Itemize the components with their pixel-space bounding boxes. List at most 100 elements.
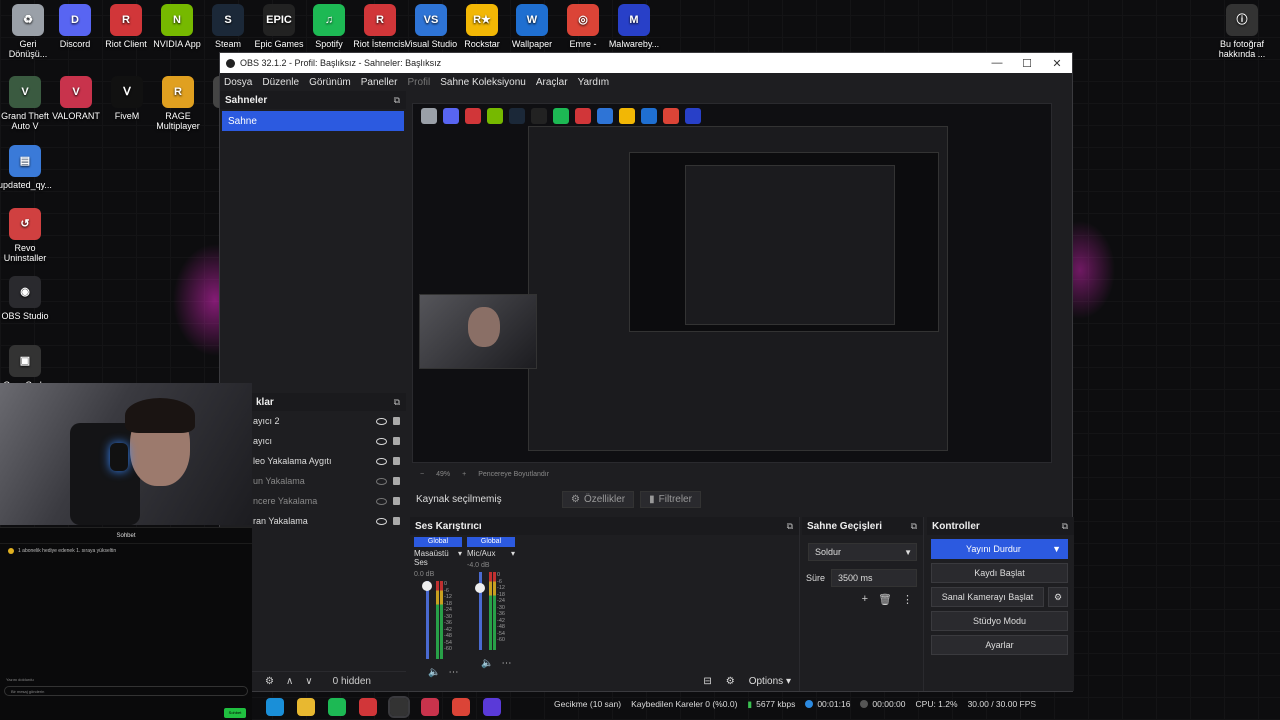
menu-edit[interactable]: Düzenle	[262, 77, 299, 88]
desktop-icon[interactable]: R Riot İstemcisi	[352, 4, 408, 49]
desktop-icon[interactable]: VS Visual Studio	[403, 4, 459, 49]
settings-button[interactable]: Ayarlar	[931, 635, 1068, 655]
desktop-icon[interactable]: ↺ Revo Uninstaller	[0, 208, 53, 263]
menu-docks[interactable]: Paneller	[361, 77, 398, 88]
desktop-icon[interactable]: EPIC Epic Games	[251, 4, 307, 49]
close-button[interactable]: ✕	[1042, 57, 1072, 70]
mixer-layout-button[interactable]: ⊟	[703, 676, 711, 687]
desktop-icon[interactable]: M Malwareby...	[606, 4, 662, 49]
filters-button[interactable]: ▮ Filtreler	[640, 490, 701, 508]
start-recording-button[interactable]: Kaydı Başlat	[931, 563, 1068, 583]
desktop-icon[interactable]: N NVIDIA App	[149, 4, 205, 49]
studio-mode-button[interactable]: Stüdyo Modu	[931, 611, 1068, 631]
spotify-icon[interactable]	[328, 698, 346, 716]
lock-icon[interactable]	[393, 477, 400, 485]
source-item[interactable]: ran Yakalama	[251, 511, 406, 531]
source-settings-button[interactable]: ⚙	[265, 676, 274, 687]
visibility-eye-icon[interactable]	[376, 477, 387, 485]
visibility-eye-icon[interactable]	[376, 437, 387, 445]
desktop-icon[interactable]: ᐯ FiveM	[99, 76, 155, 121]
zoom-out-button[interactable]: −	[420, 471, 424, 478]
riot-icon[interactable]	[359, 698, 377, 716]
lock-icon[interactable]	[393, 517, 400, 525]
speaker-icon[interactable]: 🔈	[481, 658, 493, 669]
chrome-icon[interactable]	[452, 698, 470, 716]
source-item[interactable]: un Yakalama	[251, 471, 406, 491]
lock-icon[interactable]	[393, 497, 400, 505]
scene-item[interactable]: Sahne	[222, 111, 404, 131]
menu-file[interactable]: Dosya	[224, 77, 252, 88]
channel-menu-icon[interactable]: ⋯	[501, 658, 511, 669]
desktop-icon[interactable]: ▤ updated_qy...	[0, 145, 53, 190]
transition-menu-button[interactable]: ⋮	[902, 593, 913, 606]
mixer-options-button[interactable]: Options ▾	[749, 676, 791, 687]
menu-scene-collection[interactable]: Sahne Koleksiyonu	[440, 77, 526, 88]
visibility-eye-icon[interactable]	[376, 517, 387, 525]
preview-canvas[interactable]	[412, 103, 1052, 463]
desktop-icon[interactable]: R★ Rockstar	[454, 4, 510, 49]
transitions-toolbar: + 🗑 ⋮	[802, 593, 913, 606]
desktop-icon[interactable]: W Wallpaper	[504, 4, 560, 49]
menu-help[interactable]: Yardım	[578, 77, 610, 88]
dock-float-icon[interactable]: ⧉	[394, 95, 400, 106]
channel-name-row[interactable]: Mic/Aux ▾	[467, 549, 515, 558]
minimize-button[interactable]: —	[982, 57, 1012, 70]
desktop-icon[interactable]: ◉ OBS Studio	[0, 276, 53, 321]
duration-input[interactable]: 3500 ms	[831, 569, 917, 587]
desktop-icon[interactable]: ◎ Emre -	[555, 4, 611, 49]
desktop-icon[interactable]: S Steam	[200, 4, 256, 49]
desktop-icon[interactable]: ♫ Spotify	[301, 4, 357, 49]
dock-float-icon[interactable]: ⧉	[1062, 521, 1068, 532]
source-item[interactable]: leo Yakalama Aygıtı	[251, 451, 406, 471]
source-item[interactable]: ayıcı 2	[251, 411, 406, 431]
move-source-up-button[interactable]: ∧	[286, 676, 293, 687]
desktop-icon[interactable]: V Grand Theft Auto V	[0, 76, 53, 131]
desktop-icon[interactable]: D Discord	[47, 4, 103, 49]
properties-button[interactable]: ⚙ Özellikler	[562, 490, 635, 508]
mixer-advanced-button[interactable]: ⚙	[726, 676, 735, 687]
obs-icon[interactable]	[388, 696, 410, 718]
chat-input[interactable]: Bir mesaj gönderin	[4, 686, 248, 696]
lock-icon[interactable]	[393, 417, 400, 425]
dock-float-icon[interactable]: ⧉	[911, 521, 917, 532]
visibility-eye-icon[interactable]	[376, 497, 387, 505]
chevron-down-icon[interactable]: ▾	[511, 549, 515, 558]
fit-to-window-button[interactable]: Pencereye Boyutlandır	[478, 471, 549, 478]
lock-icon[interactable]	[393, 437, 400, 445]
menu-view[interactable]: Görünüm	[309, 77, 351, 88]
desktop-icon[interactable]: ⓘ Bu fotoğraf hakkında ...	[1214, 4, 1270, 59]
valorant-icon[interactable]	[421, 698, 439, 716]
volume-knob[interactable]	[422, 581, 432, 591]
menu-profile[interactable]: Profil	[407, 77, 430, 88]
dock-float-icon[interactable]: ⧉	[787, 521, 793, 532]
lock-icon[interactable]	[393, 457, 400, 465]
desktop-icon[interactable]: R Riot Client	[98, 4, 154, 49]
stop-stream-button[interactable]: Yayını Durdur ▼	[931, 539, 1068, 559]
remove-transition-button[interactable]: 🗑	[878, 593, 892, 606]
source-item[interactable]: ncere Yakalama	[251, 491, 406, 511]
maximize-button[interactable]: ☐	[1012, 57, 1042, 70]
volume-knob[interactable]	[475, 583, 485, 593]
visibility-eye-icon[interactable]	[376, 457, 387, 465]
window-titlebar[interactable]: OBS 32.1.2 - Profil: Başlıksız - Sahnele…	[220, 53, 1072, 73]
volume-fader[interactable]	[426, 581, 429, 659]
dock-float-icon[interactable]: ⧉	[394, 397, 400, 408]
chevron-down-icon[interactable]: ▼	[1052, 544, 1061, 554]
virtual-camera-settings-button[interactable]: ⚙	[1048, 587, 1068, 607]
add-transition-button[interactable]: +	[862, 593, 868, 606]
visibility-eye-icon[interactable]	[376, 417, 387, 425]
source-item[interactable]: ayıcı	[251, 431, 406, 451]
chevron-down-icon[interactable]: ▾	[458, 549, 462, 567]
app-icon[interactable]	[483, 698, 501, 716]
start-virtual-camera-button[interactable]: Sanal Kamerayı Başlat	[931, 587, 1044, 607]
chat-send-button[interactable]: Sohbet	[224, 708, 246, 718]
desktop-icon[interactable]: R RAGE Multiplayer	[150, 76, 206, 131]
move-source-down-button[interactable]: ∨	[305, 676, 312, 687]
desktop-icon[interactable]: V VALORANT	[48, 76, 104, 121]
zoom-in-button[interactable]: +	[462, 471, 466, 478]
edge-icon[interactable]	[266, 698, 284, 716]
menu-tools[interactable]: Araçlar	[536, 77, 568, 88]
channel-name-row[interactable]: Masaüstü Ses ▾	[414, 549, 462, 567]
explorer-icon[interactable]	[297, 698, 315, 716]
transition-select[interactable]: Soldur ▼	[808, 543, 917, 561]
